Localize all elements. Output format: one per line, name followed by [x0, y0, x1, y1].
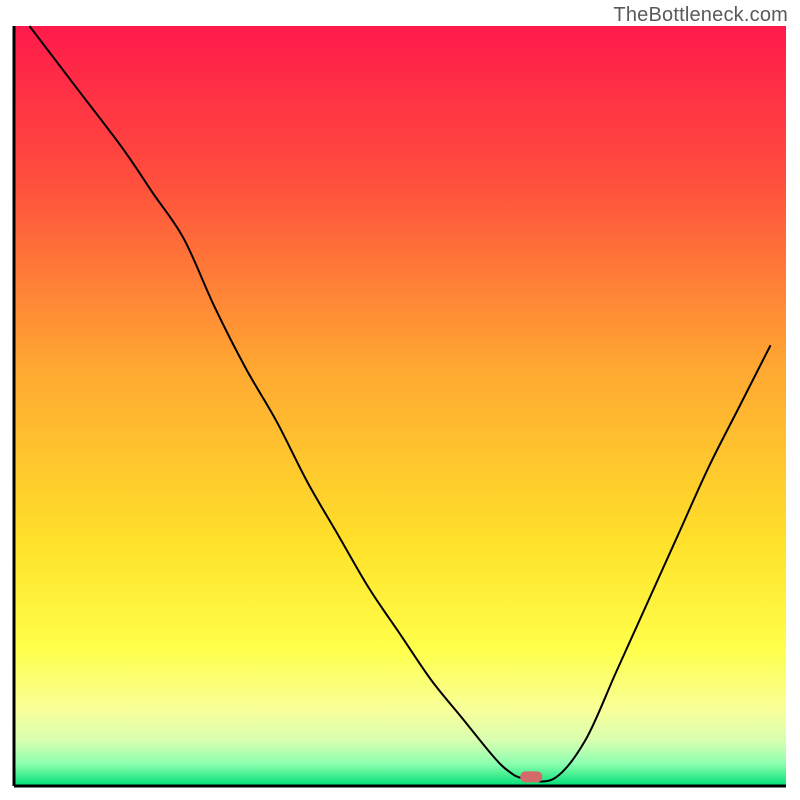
bottleneck-chart — [0, 0, 800, 800]
chart-container: TheBottleneck.com — [0, 0, 800, 800]
gradient-background — [14, 26, 786, 786]
optimal-marker — [520, 771, 542, 782]
watermark-text: TheBottleneck.com — [613, 4, 788, 27]
